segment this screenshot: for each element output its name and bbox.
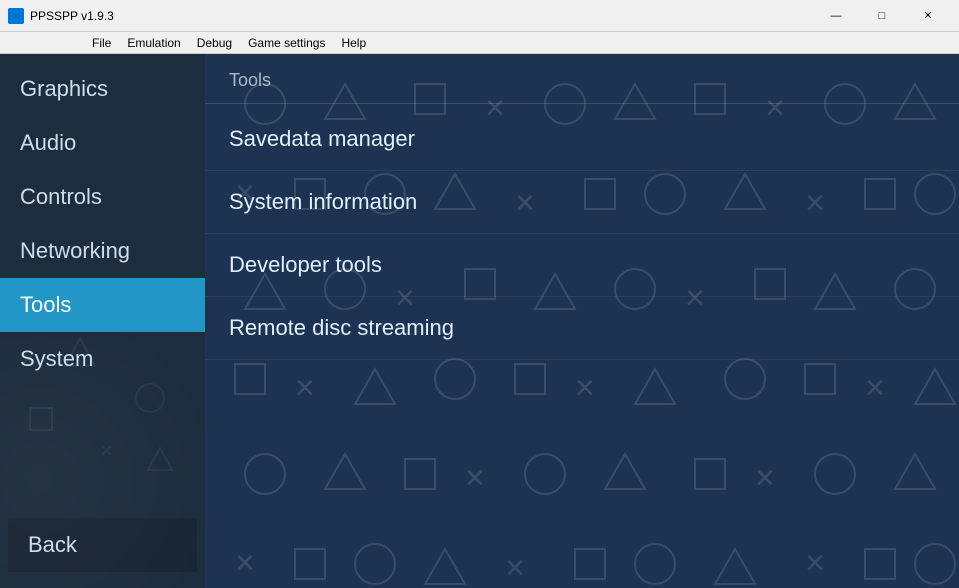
sidebar-item-system[interactable]: System: [0, 332, 205, 386]
menu-item-help[interactable]: Help: [333, 34, 374, 52]
tools-item-remote-disc-streaming[interactable]: Remote disc streaming: [205, 297, 959, 360]
content-area: Tools Savedata managerSystem information…: [205, 54, 959, 360]
sidebar-item-controls[interactable]: Controls: [0, 170, 205, 224]
sidebar-nav: GraphicsAudioControlsNetworkingToolsSyst…: [0, 54, 205, 510]
title-bar: PPSSPP v1.9.3 — □ ✕: [0, 0, 959, 32]
main-panel: × × × × × × ×: [205, 54, 959, 588]
svg-text:×: ×: [235, 544, 255, 582]
menu-help[interactable]: [68, 41, 84, 45]
svg-text:×: ×: [755, 459, 775, 497]
app-icon: [8, 8, 24, 24]
tools-item-developer-tools[interactable]: Developer tools: [205, 234, 959, 297]
menu-item-emulation[interactable]: Emulation: [119, 34, 188, 52]
sidebar-item-graphics[interactable]: Graphics: [0, 62, 205, 116]
maximize-button[interactable]: □: [859, 0, 905, 32]
menu-item-file[interactable]: File: [84, 34, 119, 52]
svg-text:×: ×: [575, 369, 595, 407]
app-title: PPSSPP v1.9.3: [30, 9, 114, 23]
svg-text:×: ×: [805, 544, 825, 582]
close-button[interactable]: ✕: [905, 0, 951, 32]
svg-text:×: ×: [865, 369, 885, 407]
menu-item-game-settings[interactable]: Game settings: [240, 34, 333, 52]
title-bar-left: PPSSPP v1.9.3: [8, 8, 114, 24]
menu-emulation[interactable]: [20, 41, 36, 45]
main-content: GraphicsAudioControlsNetworkingToolsSyst…: [0, 54, 959, 588]
section-title: Tools: [205, 54, 959, 104]
menu-bar: FileEmulationDebugGame settingsHelp: [0, 32, 959, 54]
sidebar-bottom: Back: [0, 510, 205, 588]
menu-item-debug[interactable]: Debug: [189, 34, 240, 52]
sidebar: GraphicsAudioControlsNetworkingToolsSyst…: [0, 54, 205, 588]
sidebar-item-tools[interactable]: Tools: [0, 278, 205, 332]
menu-file[interactable]: [4, 41, 20, 45]
back-button[interactable]: Back: [8, 518, 197, 572]
sidebar-item-audio[interactable]: Audio: [0, 116, 205, 170]
menu-debug[interactable]: [36, 41, 52, 45]
title-bar-controls: — □ ✕: [813, 0, 951, 32]
svg-text:×: ×: [295, 369, 315, 407]
menu-game-settings[interactable]: [52, 41, 68, 45]
tools-item-savedata-manager[interactable]: Savedata manager: [205, 108, 959, 171]
tools-item-system-information[interactable]: System information: [205, 171, 959, 234]
svg-text:×: ×: [465, 459, 485, 497]
tools-menu-list: Savedata managerSystem informationDevelo…: [205, 108, 959, 360]
minimize-button[interactable]: —: [813, 0, 859, 32]
sidebar-item-networking[interactable]: Networking: [0, 224, 205, 278]
svg-text:×: ×: [505, 549, 525, 587]
